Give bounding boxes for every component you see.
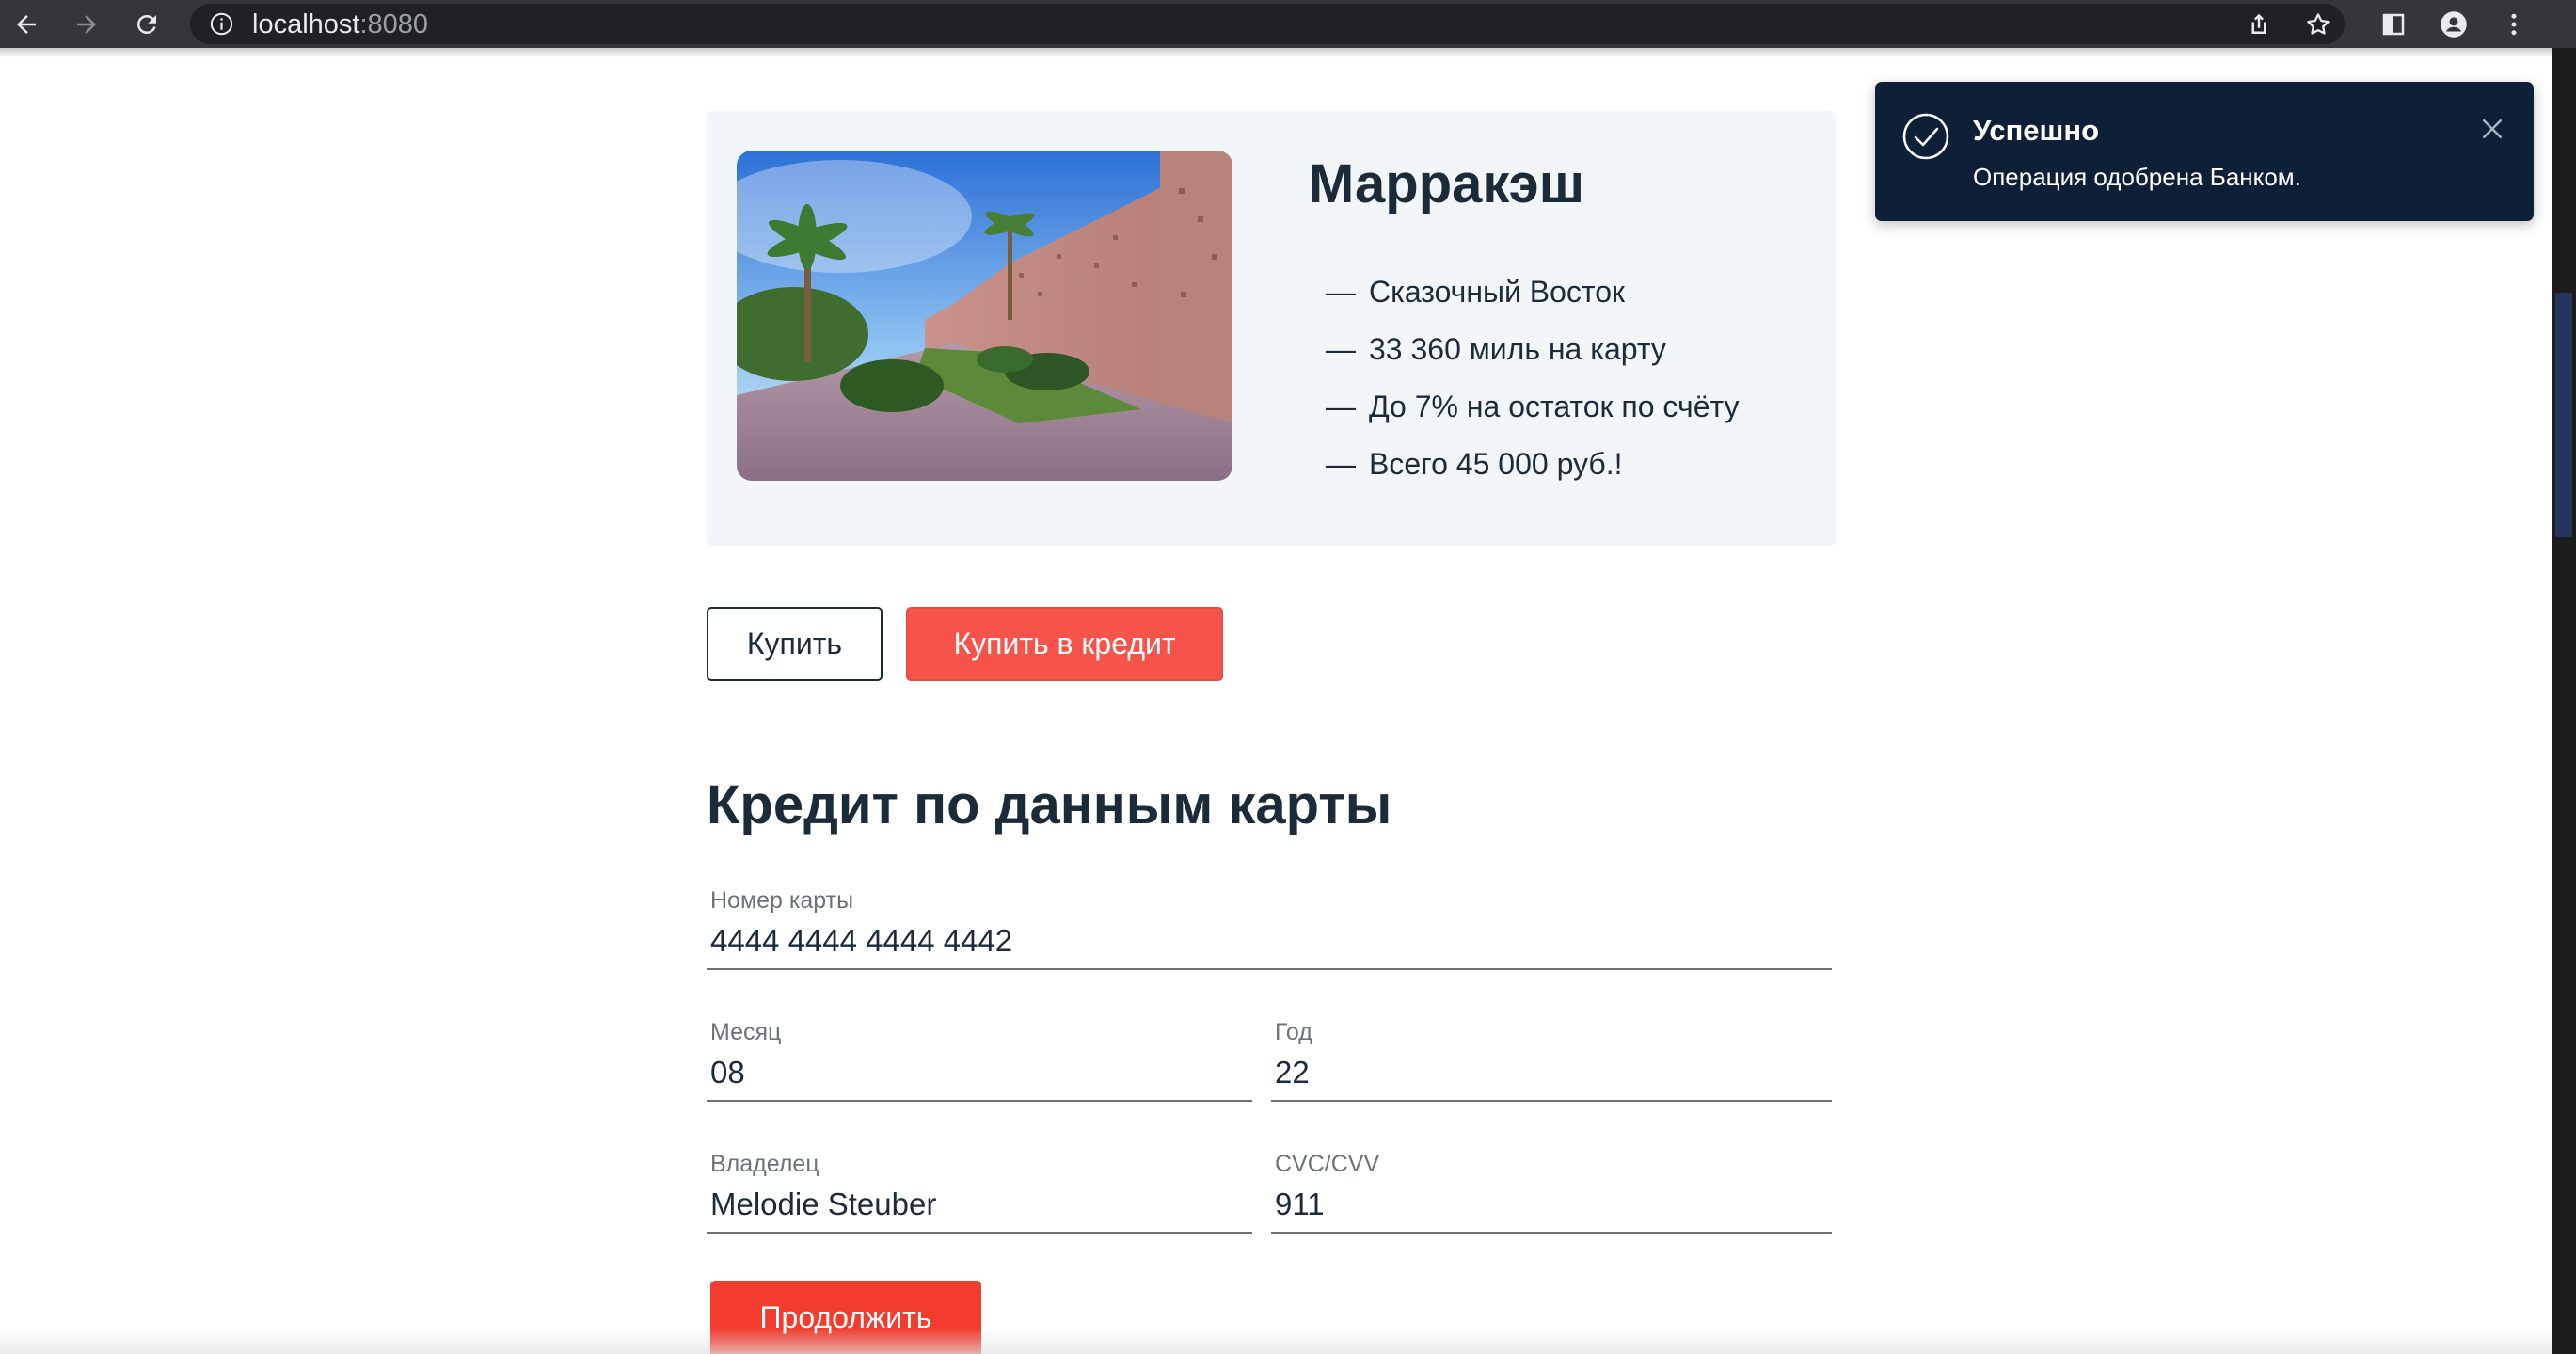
bottom-fade	[0, 1329, 2552, 1354]
cvc-label: CVC/CVV	[1275, 1151, 1380, 1177]
scrollbar-accent	[2555, 293, 2572, 537]
page-scrollbar[interactable]	[2552, 48, 2576, 1354]
feature-text: Сказочный Восток	[1369, 275, 1625, 309]
address-bar[interactable]: localhost:8080	[190, 4, 2345, 44]
success-notification: Успешно Операция одобрена Банком.	[1875, 82, 2534, 221]
buy-on-credit-button[interactable]: Купить в кредит	[906, 607, 1223, 681]
continue-button[interactable]: Продолжить	[710, 1281, 981, 1354]
tour-card: Марракэш — Сказочный Восток — 33 360 миль …	[707, 111, 1836, 546]
feature-text: Всего 45 000 руб.!	[1369, 447, 1623, 481]
month-field[interactable]: Месяц 08	[707, 1008, 1252, 1102]
feature-item: — До 7% на остаток по счёту	[1326, 378, 1740, 436]
cvc-field[interactable]: CVC/CVV 911	[1271, 1139, 1832, 1234]
feature-text: До 7% на остаток по счёту	[1369, 390, 1740, 423]
owner-input[interactable]: Melodie Steuber	[710, 1187, 936, 1222]
browser-toolbar: localhost:8080	[0, 0, 2576, 48]
feature-dash: —	[1326, 275, 1356, 309]
feature-text: 33 360 миль на карту	[1369, 332, 1666, 366]
year-field[interactable]: Год 22	[1271, 1008, 1832, 1102]
tour-photo	[737, 151, 1232, 481]
city-title: Марракэш	[1309, 153, 1585, 215]
month-label: Месяц	[710, 1019, 782, 1045]
feature-list: — Сказочный Восток —33 360 миль на карту …	[1326, 263, 1740, 493]
forward-arrow-icon[interactable]	[70, 8, 103, 41]
cvc-input[interactable]: 911	[1275, 1187, 1325, 1222]
year-label: Год	[1275, 1019, 1312, 1045]
card-number-input[interactable]: 4444 4444 4444 4442	[710, 923, 1012, 959]
notification-title: Успешно	[1973, 114, 2100, 147]
feature-item: — Сказочный Восток	[1326, 263, 1740, 321]
more-menu-icon[interactable]	[2497, 8, 2531, 41]
feature-dash: —	[1326, 332, 1356, 366]
form-title: Кредит по данным карты	[707, 774, 1392, 836]
bookmark-star-icon[interactable]	[2301, 8, 2335, 41]
marrakesh-wall-image	[737, 151, 1232, 481]
card-number-field[interactable]: Номер карты 4444 4444 4444 4442	[707, 876, 1832, 970]
feature-item: — 33 360 миль на карту	[1326, 321, 1740, 378]
feature-dash: —	[1326, 390, 1356, 423]
back-arrow-icon[interactable]	[9, 8, 43, 41]
toolbar-shadow	[0, 48, 2552, 57]
owner-field[interactable]: Владелец Melodie Steuber	[707, 1139, 1252, 1234]
year-input[interactable]: 22	[1275, 1055, 1310, 1091]
card-number-label: Номер карты	[710, 887, 854, 914]
notification-message: Операция одобрена Банком.	[1973, 163, 2301, 191]
check-circle-icon	[1902, 113, 1949, 160]
feature-item: — Всего 45 000 руб.!	[1326, 436, 1740, 493]
month-input[interactable]: 08	[710, 1055, 745, 1091]
close-icon[interactable]	[2473, 110, 2511, 148]
feature-dash: —	[1326, 447, 1356, 481]
site-info-icon[interactable]	[209, 11, 234, 37]
side-panel-icon[interactable]	[2377, 8, 2410, 41]
share-icon[interactable]	[2242, 8, 2276, 41]
owner-label: Владелец	[710, 1151, 819, 1177]
profile-avatar-icon[interactable]	[2437, 8, 2471, 41]
url-text: localhost:8080	[252, 9, 429, 40]
reload-icon[interactable]	[130, 8, 164, 41]
buy-button[interactable]: Купить	[707, 607, 883, 681]
